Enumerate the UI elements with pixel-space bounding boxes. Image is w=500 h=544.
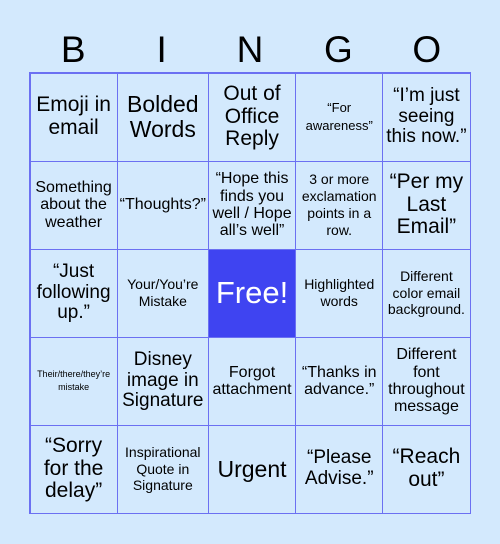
header-letter-b: B [60,29,86,70]
bingo-cell[interactable]: Forgot attachment [207,336,297,426]
bingo-cell[interactable]: Emoji in email [29,72,118,162]
header-letter-n: N [236,29,264,70]
bingo-cell[interactable]: “For awareness” [295,72,384,162]
bingo-cell[interactable]: “I’m just seeing this now.” [382,72,471,162]
bingo-cell[interactable]: Something about the weather [29,160,118,250]
bingo-cell[interactable]: “Hope this finds you well / Hope all’s w… [207,160,297,250]
bingo-header: B I N G O [29,28,471,72]
bingo-grid: Emoji in email Bolded Words Out of Offic… [29,72,471,514]
bingo-cell[interactable]: Your/You’re Mistake [116,248,209,338]
bingo-cell[interactable]: “Per my Last Email” [382,160,471,250]
bingo-cell[interactable]: Different color email background. [382,248,471,338]
bingo-cell[interactable]: Out of Office Reply [207,72,297,162]
header-letter-i: I [156,29,167,70]
bingo-cell[interactable]: Their/there/they’re mistake [29,336,118,426]
free-space-cell[interactable]: Free! [207,248,297,338]
bingo-cell[interactable]: “Thanks in advance.” [295,336,384,426]
bingo-cell[interactable]: Inspirational Quote in Signature [116,424,209,514]
bingo-cell[interactable]: “Thoughts?” [116,160,209,250]
bingo-cell[interactable]: “Please Advise.” [295,424,384,514]
header-letter-o: O [412,29,442,70]
bingo-cell[interactable]: Urgent [207,424,297,514]
bingo-cell[interactable]: Highlighted words [295,248,384,338]
bingo-cell[interactable]: “Sorry for the delay” [29,424,118,514]
bingo-cell[interactable]: 3 or more exclamation points in a row. [295,160,384,250]
header-letter-g: G [323,29,353,70]
bingo-cell[interactable]: Bolded Words [116,72,209,162]
bingo-cell[interactable]: Disney image in Signature [116,336,209,426]
bingo-cell[interactable]: Different font throughout message [382,336,471,426]
bingo-cell[interactable]: “Just following up.” [29,248,118,338]
bingo-cell[interactable]: “Reach out” [382,424,471,514]
